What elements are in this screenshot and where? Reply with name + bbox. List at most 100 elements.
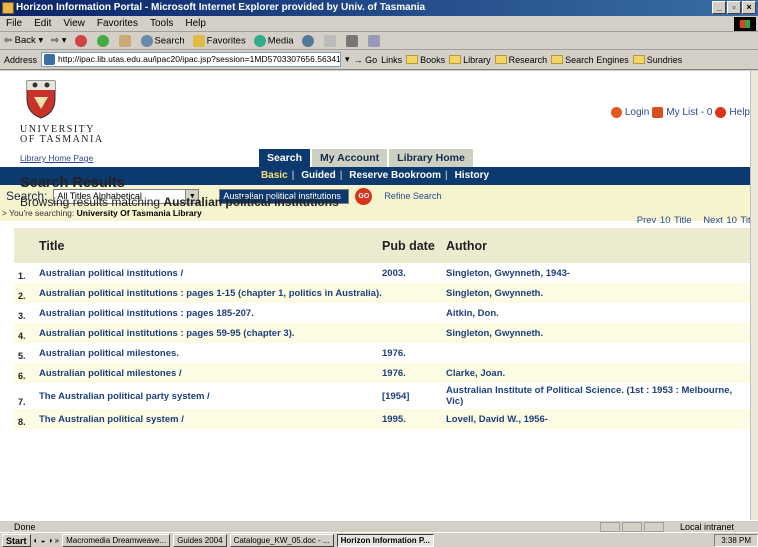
search-button[interactable]: Search — [140, 34, 185, 47]
start-button[interactable]: Start — [2, 533, 31, 547]
taskbar: Start ◐ ◒ ◑ » Macromedia Dreamweave... G… — [0, 532, 758, 547]
links-label[interactable]: Links — [381, 55, 402, 65]
nav-reserve-bookroom[interactable]: Reserve Bookroom — [345, 170, 445, 181]
folder-icon — [551, 55, 564, 64]
login-link[interactable]: Login — [625, 107, 649, 118]
results-header-row: Title Pub date Author — [14, 228, 750, 263]
go-button[interactable]: → Go — [354, 55, 378, 65]
pub-date: 1976. — [382, 363, 446, 383]
row-number: 7. — [18, 397, 26, 407]
main-tabs: Search My Account Library Home — [259, 149, 473, 167]
pub-date — [382, 283, 446, 303]
title-link[interactable]: The Australian political system / — [39, 409, 382, 429]
link-research-label: Research — [508, 54, 548, 65]
tab-my-account[interactable]: My Account — [312, 149, 388, 167]
task-catalogue-doc[interactable]: Catalogue_KW_05.doc - ... — [229, 533, 334, 547]
quick-launch-icons[interactable]: ◐ ◒ ◑ » — [34, 536, 60, 545]
menu-file[interactable]: File — [6, 18, 22, 29]
title-link[interactable]: Australian political milestones. — [39, 343, 382, 363]
link-search-engines-label: Search Engines — [565, 54, 629, 65]
back-label: Back — [14, 35, 36, 46]
search-go-button[interactable]: GO — [355, 187, 373, 205]
prev-page-link[interactable]: Prev 10 Title — [637, 215, 692, 226]
title-link[interactable]: Australian political institutions : page… — [39, 323, 382, 343]
menu-help[interactable]: Help — [185, 18, 206, 29]
title-link[interactable]: The Australian political party system / — [39, 383, 382, 409]
link-library[interactable]: Library — [449, 55, 491, 65]
address-url: http://ipac.lib.utas.edu.au/ipac20/ipac.… — [58, 54, 341, 64]
link-sundries[interactable]: Sundries — [632, 55, 682, 65]
edit-icon[interactable] — [367, 34, 380, 47]
refine-search-link[interactable]: Refine Search — [384, 191, 441, 201]
address-bar: Address http://ipac.lib.utas.edu.au/ipac… — [0, 50, 758, 70]
windows-logo-icon — [734, 17, 756, 31]
author-link[interactable]: Australian Institute of Political Scienc… — [446, 383, 750, 409]
header-title[interactable]: Title — [39, 228, 382, 263]
forward-button[interactable]: ⇨ ▾ — [51, 35, 66, 46]
menu-view[interactable]: View — [63, 18, 85, 29]
row-number: 6. — [14, 363, 39, 383]
link-books-label: Books — [420, 54, 446, 65]
author-link[interactable]: Singleton, Gwynneth. — [446, 283, 750, 303]
help-link[interactable]: Help — [729, 107, 750, 118]
search-icon — [140, 34, 153, 47]
table-row: 2. Australian political institutions : p… — [14, 283, 750, 303]
results-table: Title Pub date Author 1. Australian poli… — [14, 228, 750, 429]
favorites-button[interactable]: Favorites — [192, 34, 246, 47]
table-row: 7. The Australian political party system… — [14, 383, 750, 409]
pub-date — [382, 323, 446, 343]
mail-icon[interactable] — [323, 34, 336, 47]
vertical-scrollbar[interactable] — [750, 71, 758, 520]
university-line-2: OF TASMANIA — [20, 134, 104, 145]
my-list-link[interactable]: My List - 0 — [666, 107, 712, 118]
print-icon[interactable] — [345, 34, 358, 47]
maximize-button[interactable]: ▫ — [727, 1, 741, 14]
menu-favorites[interactable]: Favorites — [97, 18, 138, 29]
title-link[interactable]: Australian political milestones / — [39, 363, 382, 383]
clock: 3:38 PM — [714, 533, 758, 547]
tab-search[interactable]: Search — [259, 149, 311, 167]
author-link[interactable]: Aitkin, Don. — [446, 303, 750, 323]
go-label: Go — [365, 54, 378, 65]
title-link[interactable]: Australian political institutions : page… — [39, 303, 382, 323]
media-button[interactable]: Media — [253, 34, 294, 47]
link-search-engines[interactable]: Search Engines — [551, 55, 629, 65]
minimize-button[interactable]: _ — [712, 1, 726, 14]
task-dreamweaver[interactable]: Macromedia Dreamweave... — [62, 533, 171, 547]
address-input[interactable]: http://ipac.lib.utas.edu.au/ipac20/ipac.… — [41, 52, 342, 67]
menu-tools[interactable]: Tools — [150, 18, 173, 29]
header-pub-date[interactable]: Pub date — [382, 228, 446, 263]
my-list-icon[interactable] — [652, 107, 664, 118]
history-icon[interactable] — [301, 34, 314, 47]
help-icon[interactable] — [715, 107, 727, 118]
stop-icon[interactable] — [74, 34, 87, 47]
title-link[interactable]: Australian political institutions : page… — [39, 283, 382, 303]
author-link[interactable]: Singleton, Gwynneth, 1943- — [446, 263, 750, 283]
library-home-link[interactable]: Library Home Page — [20, 153, 93, 163]
link-books[interactable]: Books — [406, 55, 445, 65]
author-link[interactable]: Clarke, Joan. — [446, 363, 750, 383]
home-icon[interactable] — [118, 34, 131, 47]
menu-edit[interactable]: Edit — [34, 18, 51, 29]
login-icon[interactable] — [610, 107, 622, 118]
author-link[interactable]: Lovell, David W., 1956- — [446, 409, 750, 429]
task-guides[interactable]: Guides 2004 — [173, 533, 227, 547]
pub-date — [382, 303, 446, 323]
tab-library-home[interactable]: Library Home — [389, 149, 473, 167]
address-dropdown-icon[interactable]: ▾ — [345, 54, 350, 65]
refresh-icon[interactable] — [96, 34, 109, 47]
header-author[interactable]: Author — [446, 228, 750, 263]
university-name: UNIVERSITY OF TASMANIA — [20, 125, 104, 145]
row-number: 3. — [18, 311, 26, 321]
back-button[interactable]: ⇦ Back ▾ — [4, 35, 43, 46]
author-link[interactable] — [446, 343, 750, 363]
author-link[interactable]: Singleton, Gwynneth. — [446, 323, 750, 343]
nav-basic[interactable]: Basic — [257, 170, 292, 181]
link-research[interactable]: Research — [494, 54, 548, 65]
task-horizon[interactable]: Horizon Information P... — [336, 533, 434, 547]
close-button[interactable]: × — [742, 1, 756, 14]
nav-guided[interactable]: Guided — [297, 170, 339, 181]
nav-history[interactable]: History — [451, 170, 493, 181]
user-links: Login My List - 0 Help — [610, 107, 750, 118]
title-link[interactable]: Australian political institutions / — [39, 263, 382, 283]
